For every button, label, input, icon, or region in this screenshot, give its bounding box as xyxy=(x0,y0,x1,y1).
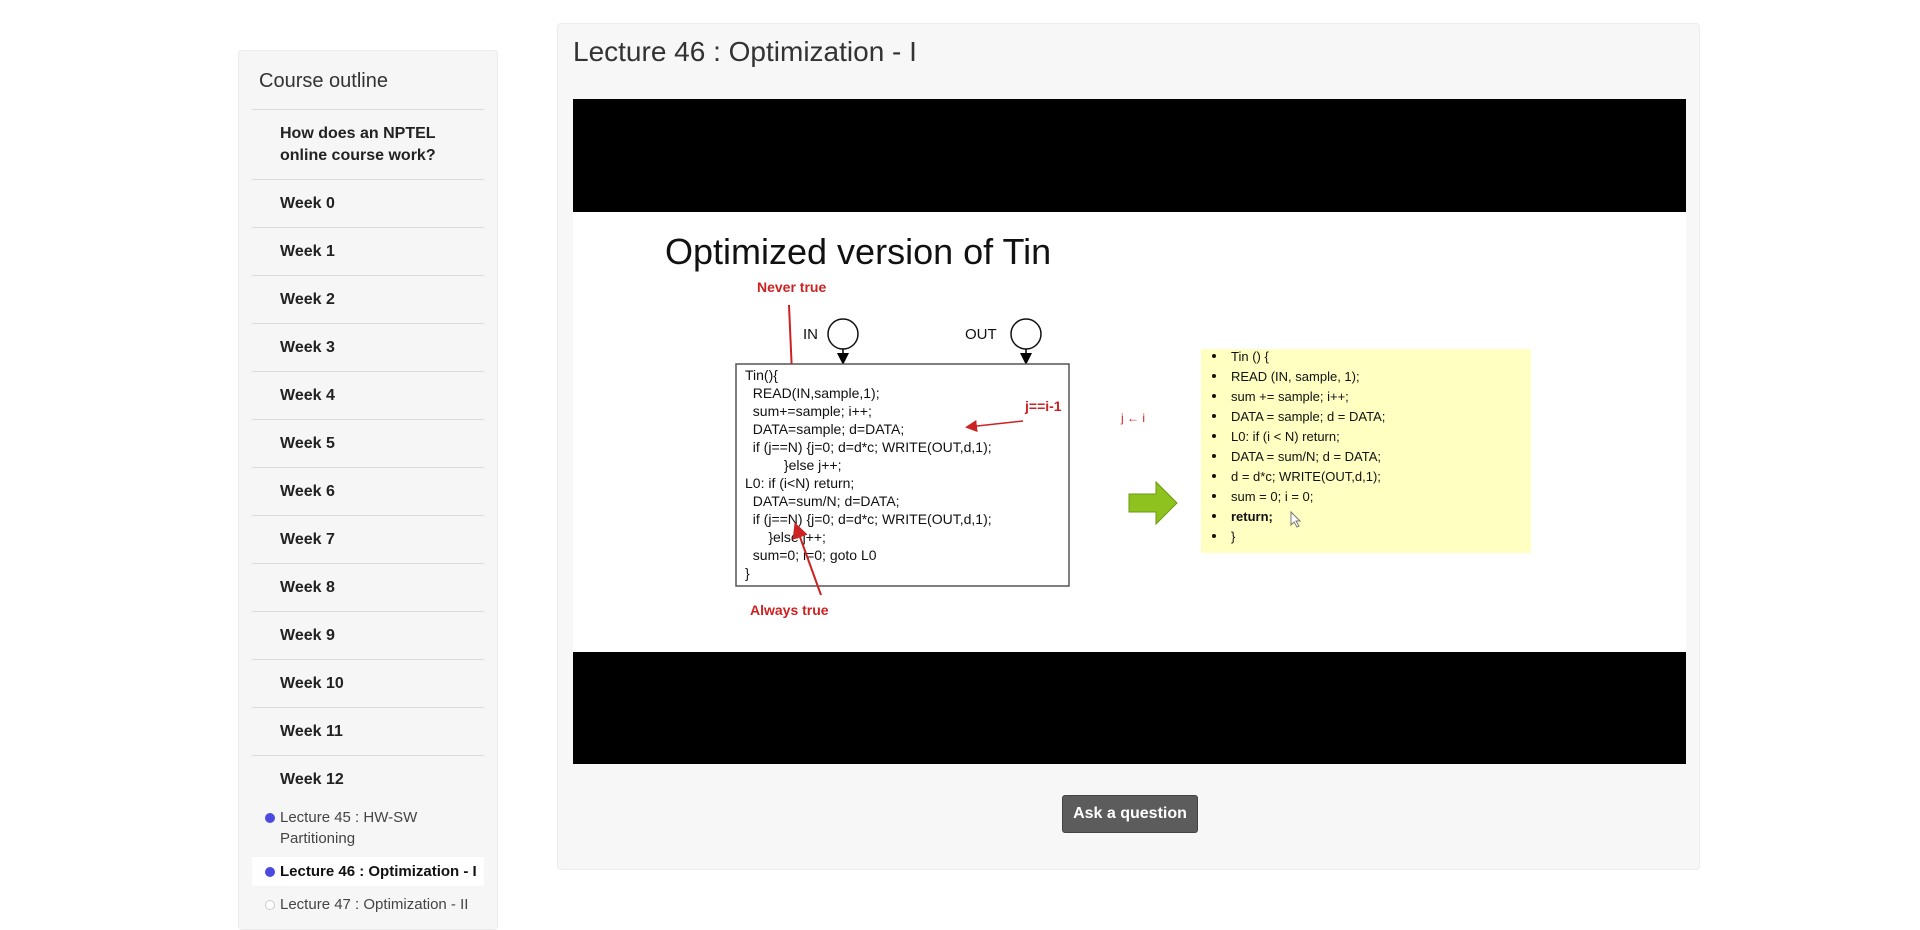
unit-label: Week 7 xyxy=(280,530,335,548)
sidebar-unit-week-10[interactable]: Week 10 xyxy=(252,659,484,707)
unit-label: Week 2 xyxy=(280,290,335,308)
sidebar-unit-nptel-howto[interactable]: How does an NPTEL online course work? xyxy=(252,109,484,179)
bullet-icon xyxy=(1212,414,1216,418)
lesson-item-lecture-45[interactable]: Lecture 45 : HW-SW Partitioning xyxy=(252,803,484,853)
in-port-circle xyxy=(827,318,859,350)
code-line: DATA=sample; d=DATA; xyxy=(745,421,904,437)
code-line: }else j++; xyxy=(745,529,826,545)
optimized-line: sum += sample; i++; xyxy=(1231,389,1349,404)
lecture-panel: Lecture 46 : Optimization - I Optimized … xyxy=(557,23,1700,870)
code-line: } xyxy=(745,565,750,581)
unit-label: Week 5 xyxy=(280,434,335,452)
bullet-icon xyxy=(1212,394,1216,398)
sidebar-unit-week-5[interactable]: Week 5 xyxy=(252,419,484,467)
optimized-line: } xyxy=(1231,529,1236,544)
optimized-line: return; xyxy=(1231,509,1273,524)
code-line: if (j==N) {j=0; d=d*c; WRITE(OUT,d,1); xyxy=(745,439,992,455)
sidebar-unit-week-2[interactable]: Week 2 xyxy=(252,275,484,323)
unit-label: Week 3 xyxy=(280,338,335,356)
unit-label: Week 0 xyxy=(280,194,335,212)
optimized-line: L0: if (i < N) return; xyxy=(1231,429,1340,444)
code-line: L0: if (i<N) return; xyxy=(745,475,854,491)
slide-title: Optimized version of Tin xyxy=(665,231,1051,272)
code-line: DATA=sum/N; d=DATA; xyxy=(745,493,900,509)
course-outline-title: Course outline xyxy=(259,70,388,92)
bullet-icon xyxy=(1212,474,1216,478)
sidebar-unit-week-0[interactable]: Week 0 xyxy=(252,179,484,227)
unit-label: Week 10 xyxy=(280,674,344,692)
right-arrow-icon xyxy=(1128,480,1178,526)
sidebar-unit-week-8[interactable]: Week 8 xyxy=(252,563,484,611)
sidebar-unit-week-3[interactable]: Week 3 xyxy=(252,323,484,371)
unit-label: Week 11 xyxy=(280,722,343,740)
sidebar-unit-week-11[interactable]: Week 11 xyxy=(252,707,484,755)
code-line: Tin(){ xyxy=(745,367,778,383)
lesson-label: Lecture 47 : Optimization - II xyxy=(280,896,469,913)
bullet-icon xyxy=(1212,354,1216,358)
sidebar-unit-week-1[interactable]: Week 1 xyxy=(252,227,484,275)
code-line: sum+=sample; i++; xyxy=(745,403,872,419)
unit-label: Week 9 xyxy=(280,626,335,644)
video-frame-slide: Optimized version of Tin Never true IN O… xyxy=(573,212,1686,652)
j-equals-annotation: j==i-1 xyxy=(1024,398,1062,414)
lesson-item-lecture-46[interactable]: Lecture 46 : Optimization - I xyxy=(252,857,484,886)
page-title: Lecture 46 : Optimization - I xyxy=(573,36,917,67)
always-true-label: Always true xyxy=(750,602,829,618)
bullet-icon xyxy=(1212,534,1216,538)
sidebar-unit-week-6[interactable]: Week 6 xyxy=(252,467,484,515)
code-line: sum=0; i=0; goto L0 xyxy=(745,547,877,563)
ask-question-button[interactable]: Ask a question xyxy=(1062,795,1198,833)
not-started-status-icon xyxy=(265,900,275,910)
code-line: READ(IN,sample,1); xyxy=(745,385,880,401)
sidebar-unit-week-7[interactable]: Week 7 xyxy=(252,515,484,563)
optimized-line: Tin () { xyxy=(1231,349,1269,364)
never-true-label: Never true xyxy=(757,279,826,295)
code-line: }else j++; xyxy=(745,457,842,473)
slide-graphic: Optimized version of Tin Never true IN O… xyxy=(665,231,1531,618)
optimized-line: READ (IN, sample, 1); xyxy=(1231,369,1360,384)
sidebar-unit-week-4[interactable]: Week 4 xyxy=(252,371,484,419)
unit-label: Week 4 xyxy=(280,386,335,404)
bullet-icon xyxy=(1212,494,1216,498)
bullet-icon xyxy=(1212,454,1216,458)
optimized-line: DATA = sample; d = DATA; xyxy=(1231,409,1385,424)
video-player[interactable]: Optimized version of Tin Never true IN O… xyxy=(573,99,1686,764)
week-12-lessons: Lecture 45 : HW-SW Partitioning Lecture … xyxy=(252,803,484,919)
out-port-circle xyxy=(1010,318,1042,350)
optimized-line: sum = 0; i = 0; xyxy=(1231,489,1313,504)
bullet-icon xyxy=(1212,434,1216,438)
unit-label: Week 8 xyxy=(280,578,335,596)
in-port-label: IN xyxy=(803,326,818,343)
out-port-label: OUT xyxy=(965,326,997,343)
lesson-label: Lecture 45 : HW-SW Partitioning xyxy=(280,809,418,847)
unit-label: Week 1 xyxy=(280,242,335,260)
j-assign-annotation: j ← i xyxy=(1120,411,1145,425)
bullet-icon xyxy=(1212,374,1216,378)
optimized-line: DATA = sum/N; d = DATA; xyxy=(1231,449,1381,464)
unit-label: Week 6 xyxy=(280,482,335,500)
bullet-icon xyxy=(1212,514,1216,518)
sidebar-unit-week-12[interactable]: Week 12 xyxy=(252,755,484,803)
lesson-label: Lecture 46 : Optimization - I xyxy=(280,863,477,880)
optimized-line: d = d*c; WRITE(OUT,d,1); xyxy=(1231,469,1381,484)
unit-label: Week 12 xyxy=(280,770,344,788)
lesson-item-lecture-47[interactable]: Lecture 47 : Optimization - II xyxy=(252,890,484,919)
sidebar-unit-week-9[interactable]: Week 9 xyxy=(252,611,484,659)
unit-label: How does an NPTEL online course work? xyxy=(280,124,436,164)
completed-status-icon xyxy=(265,813,275,823)
course-outline-sidebar: Course outline How does an NPTEL online … xyxy=(238,50,498,930)
code-line: if (j==N) {j=0; d=d*c; WRITE(OUT,d,1); xyxy=(745,511,992,527)
current-status-icon xyxy=(265,867,275,877)
